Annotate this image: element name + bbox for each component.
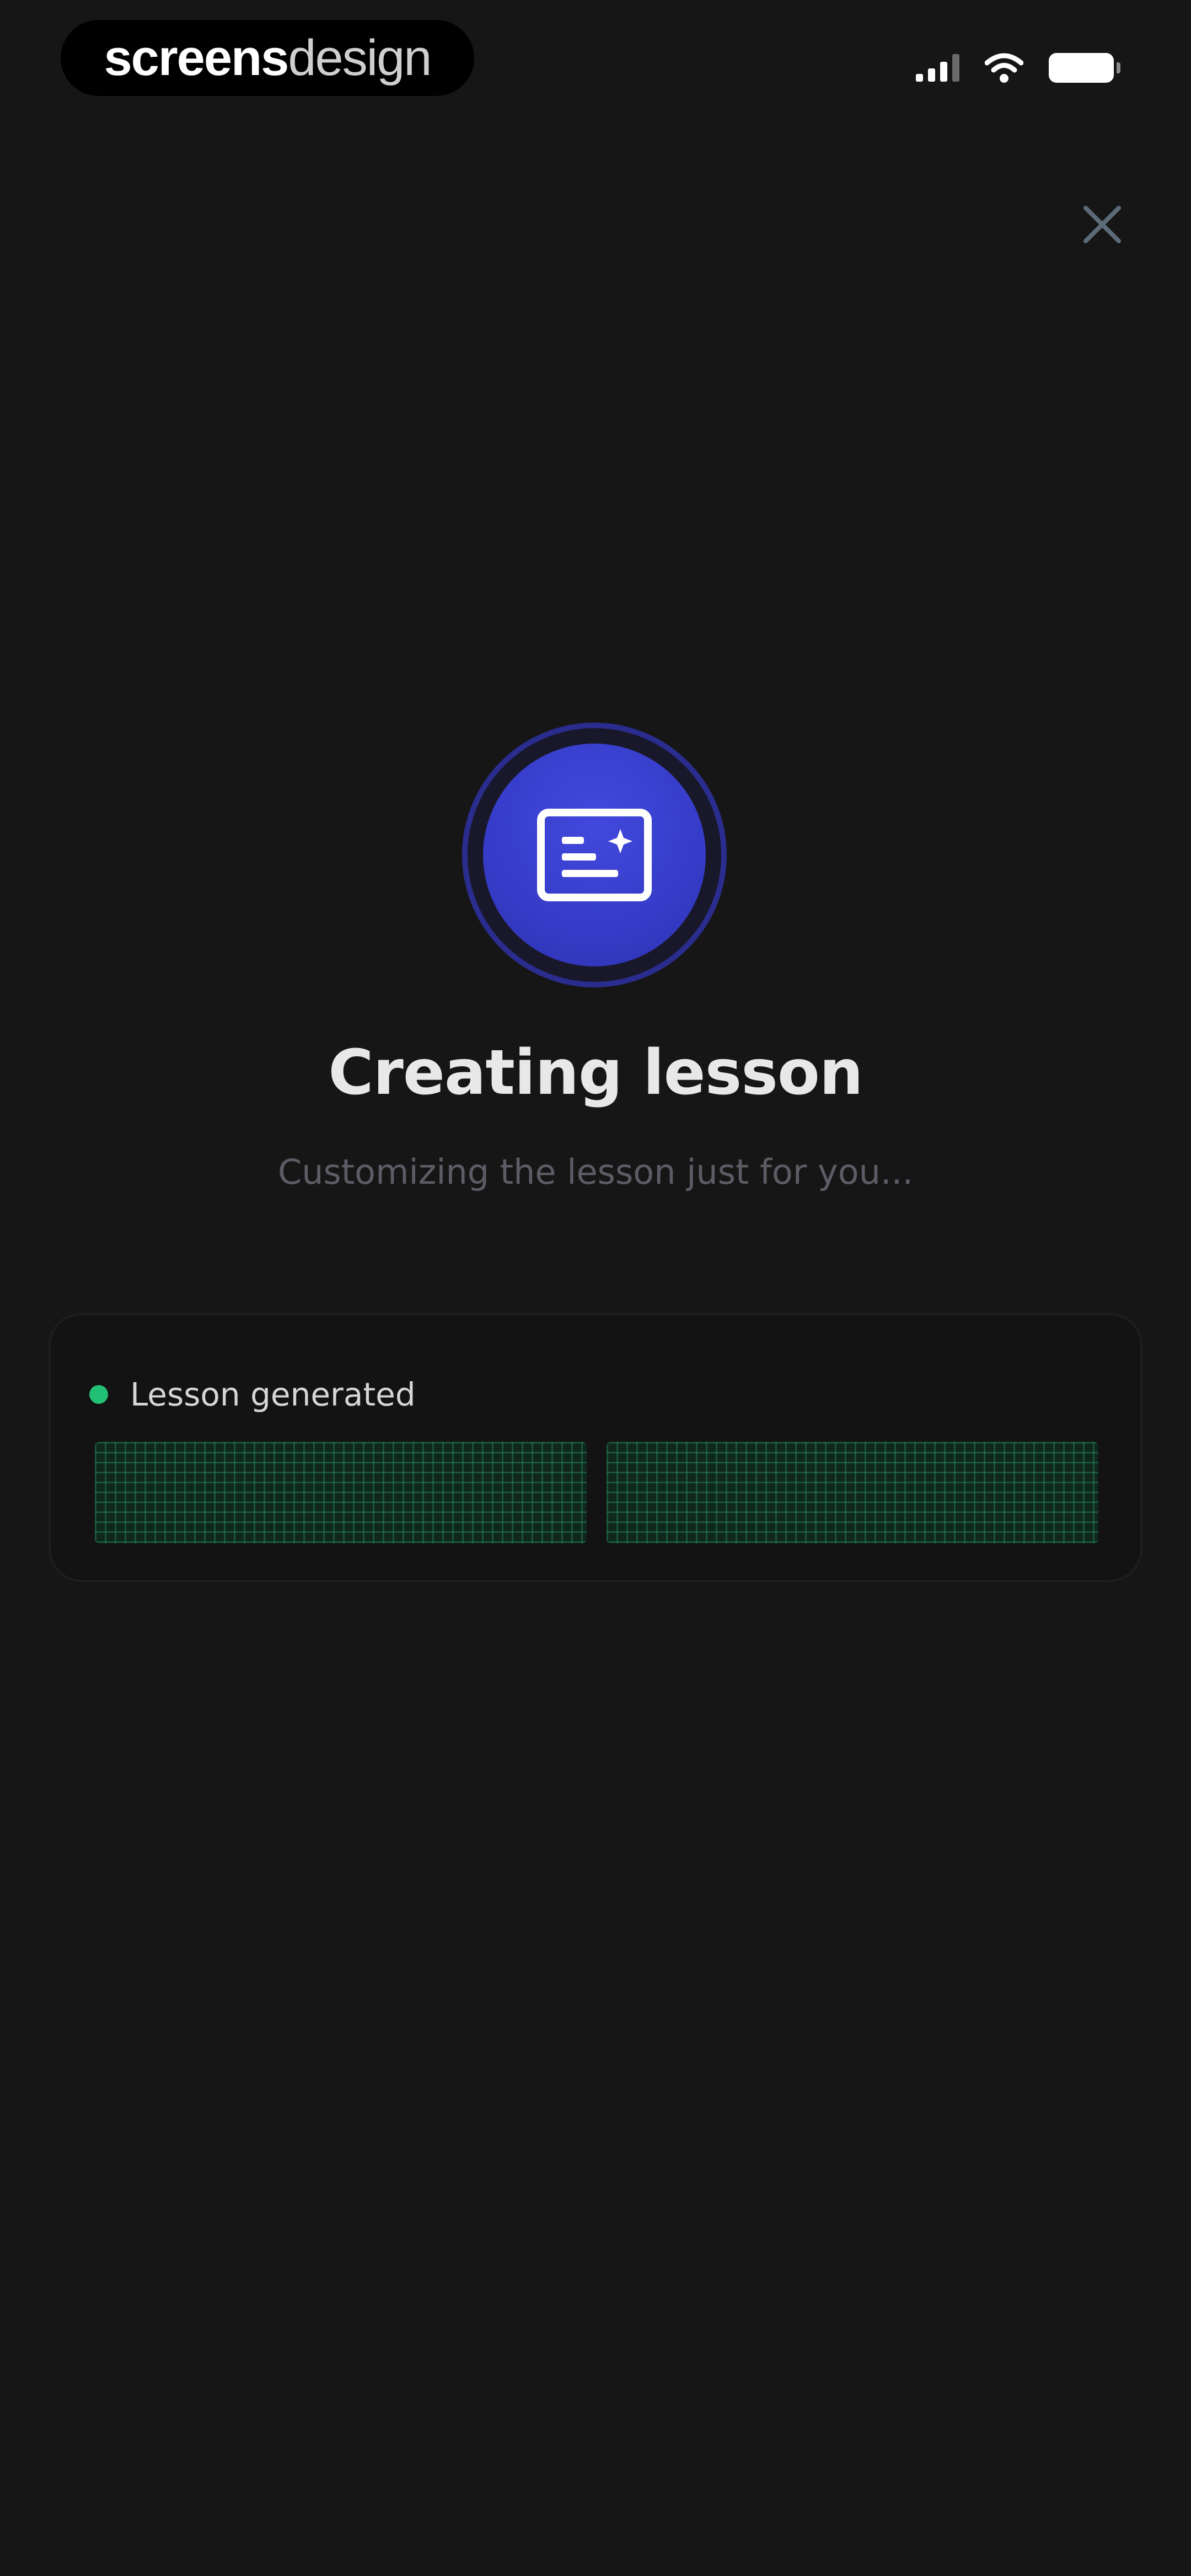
lesson-icon-ring [462, 723, 727, 987]
status-label: Lesson generated [130, 1376, 416, 1413]
brand-text-bold: screens [104, 30, 289, 86]
brand-text-light: design [288, 30, 432, 86]
signal-icon [916, 54, 959, 82]
wifi-icon [985, 53, 1023, 83]
status-dot-icon [89, 1385, 108, 1404]
close-icon [1083, 206, 1121, 243]
page-title: Creating lesson [328, 1037, 863, 1109]
battery-icon [1049, 53, 1120, 83]
lesson-card-icon [537, 809, 652, 901]
close-button[interactable] [1072, 194, 1133, 255]
brand-watermark: screens design [61, 20, 474, 96]
progress-segment [607, 1442, 1098, 1543]
lesson-icon-badge [483, 744, 706, 966]
page-subtitle: Customizing the lesson just for you... [277, 1152, 914, 1192]
progress-segments [95, 1442, 1098, 1543]
status-icons [916, 49, 1120, 87]
progress-card: Lesson generated [49, 1313, 1142, 1582]
status-row: Lesson generated [89, 1376, 416, 1413]
progress-segment [95, 1442, 587, 1543]
